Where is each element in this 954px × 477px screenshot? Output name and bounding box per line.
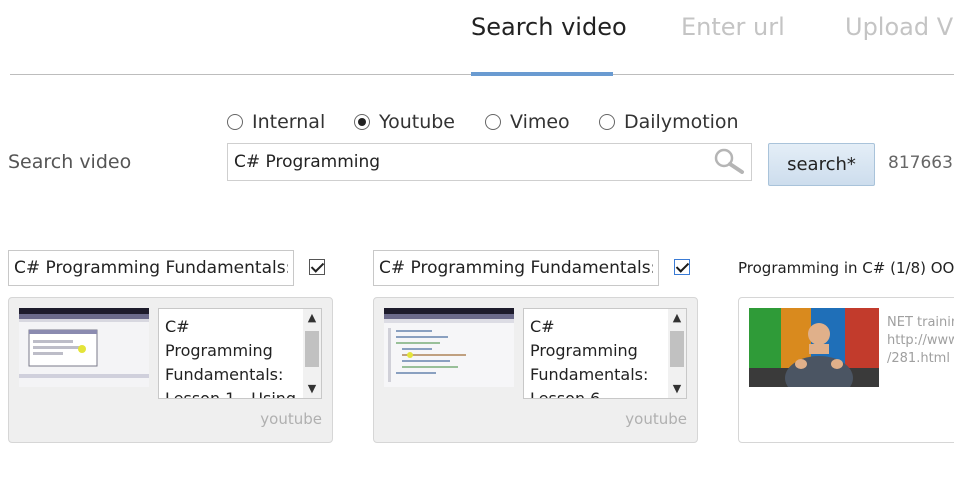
tab-search-video[interactable]: Search video xyxy=(471,12,627,46)
radio-youtube[interactable]: Youtube xyxy=(354,110,455,134)
scrollbar-thumb[interactable] xyxy=(670,331,684,367)
result-card-3: NET trainin http://www /281.html l xyxy=(738,297,954,443)
video-thumbnail-2[interactable] xyxy=(384,308,514,387)
chevron-up-icon[interactable]: ▲ xyxy=(671,312,683,324)
result-title-input-1[interactable] xyxy=(8,250,294,286)
video-description-1: C# Programming Fundamentals: Lesson 1 - … xyxy=(165,317,297,399)
chevron-down-icon[interactable]: ▼ xyxy=(306,383,318,395)
video-thumbnail-1[interactable] xyxy=(19,308,149,387)
url-line: /281.html l xyxy=(887,351,954,366)
radio-vimeo[interactable]: Vimeo xyxy=(485,110,570,134)
description-box-2[interactable]: C# Programming Fundamentals: Lesson 6 - … xyxy=(523,308,687,399)
video-thumbnail-3[interactable] xyxy=(749,308,879,387)
description-box-1[interactable]: C# Programming Fundamentals: Lesson 1 - … xyxy=(158,308,322,399)
scrollbar-thumb[interactable] xyxy=(305,331,319,367)
result-title-input-2[interactable] xyxy=(373,250,659,286)
radio-button-icon[interactable] xyxy=(599,114,615,130)
video-picker: Search video Enter url Upload Vi Interna… xyxy=(0,0,954,477)
result-card-2: C# Programming Fundamentals: Lesson 6 - … xyxy=(373,297,698,443)
tab-upload-video[interactable]: Upload Vi xyxy=(845,12,954,46)
scrollbar[interactable]: ▲ ▼ xyxy=(303,309,321,398)
radio-label-internal: Internal xyxy=(252,111,326,133)
search-label: Search video xyxy=(8,151,132,173)
search-button[interactable]: search* xyxy=(768,143,875,186)
source-label-1: youtube xyxy=(260,410,322,428)
result-select-checkbox-1[interactable] xyxy=(309,259,325,275)
scrollbar[interactable]: ▲ ▼ xyxy=(668,309,686,398)
url-line: NET trainin xyxy=(887,315,954,330)
radio-button-icon[interactable] xyxy=(227,114,243,130)
radio-label-youtube: Youtube xyxy=(379,111,455,133)
result-select-checkbox-2[interactable] xyxy=(674,259,690,275)
result-card-1: C# Programming Fundamentals: Lesson 1 - … xyxy=(8,297,333,443)
video-url-text: NET trainin http://www /281.html l xyxy=(887,314,954,368)
source-label-2: youtube xyxy=(625,410,687,428)
radio-button-selected-icon[interactable] xyxy=(354,114,370,130)
radio-dailymotion[interactable]: Dailymotion xyxy=(599,110,739,134)
radio-label-dailymotion: Dailymotion xyxy=(624,111,739,133)
radio-label-vimeo: Vimeo xyxy=(510,111,570,133)
video-description-2: C# Programming Fundamentals: Lesson 6 - xyxy=(530,317,649,399)
search-input[interactable] xyxy=(227,143,752,181)
result-count: 817663 xyxy=(888,153,953,173)
magnifier-icon[interactable] xyxy=(713,148,745,174)
radio-internal[interactable]: Internal xyxy=(227,110,325,134)
active-tab-indicator xyxy=(471,72,613,76)
result-title-3: Programming in C# (1/8) OOP, xyxy=(738,259,954,277)
chevron-up-icon[interactable]: ▲ xyxy=(306,312,318,324)
url-line: http://www xyxy=(887,333,954,348)
radio-button-icon[interactable] xyxy=(485,114,501,130)
tab-enter-url[interactable]: Enter url xyxy=(681,12,785,46)
chevron-down-icon[interactable]: ▼ xyxy=(671,383,683,395)
